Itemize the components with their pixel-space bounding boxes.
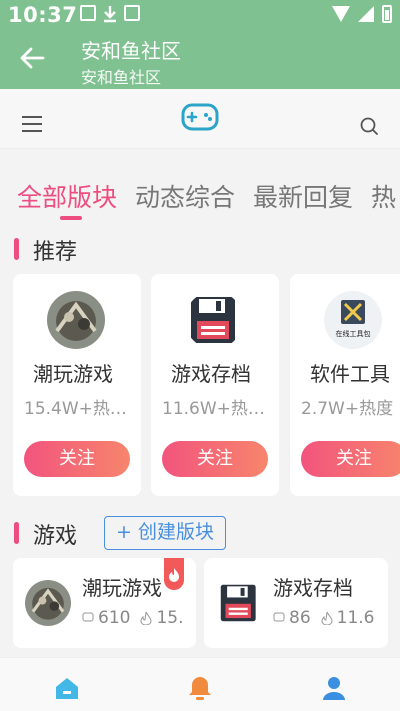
- bottom-navigation: [0, 657, 400, 711]
- app-notification-icon: [124, 5, 140, 21]
- board-name: 潮玩游戏: [82, 576, 162, 600]
- heat-count: 11.6: [336, 608, 375, 628]
- board-card[interactable]: 游戏存档 11.6W+热… 关注: [151, 274, 279, 496]
- create-board-button[interactable]: + 创建版块: [104, 516, 226, 550]
- board-heat: 15.4W+热…: [24, 399, 127, 419]
- post-count: 610: [98, 608, 131, 628]
- image-icon: [80, 5, 96, 21]
- follow-button[interactable]: 关注: [301, 441, 400, 477]
- heat-count: 15.: [156, 608, 184, 628]
- board-card[interactable]: 潮玩游戏 15.4W+热… 关注: [13, 274, 141, 496]
- app-bar: 安和鱼社区 安和鱼社区: [0, 32, 400, 89]
- board-card[interactable]: 在线工具包 软件工具 2.7W+热度 关注: [290, 274, 400, 496]
- follow-button[interactable]: 关注: [24, 441, 130, 477]
- flame-icon: [169, 568, 179, 582]
- recommend-carousel[interactable]: 潮玩游戏 15.4W+热… 关注 游戏存档 11.6W+热… 关注 在线工具包 …: [0, 274, 400, 496]
- search-icon[interactable]: [360, 117, 378, 135]
- tab-hot[interactable]: 热: [371, 178, 396, 214]
- community-toolbar: [0, 89, 400, 149]
- category-tabs: 全部版块 动态综合 最新回复 热: [0, 170, 400, 220]
- menu-icon[interactable]: [22, 116, 42, 132]
- page-subtitle: 安和鱼社区: [81, 68, 162, 87]
- bell-icon[interactable]: [186, 674, 214, 702]
- board-heat: 2.7W+热度: [301, 399, 394, 419]
- profile-icon[interactable]: [320, 674, 348, 702]
- board-name: 软件工具: [310, 362, 390, 386]
- tools-icon: 在线工具包: [324, 291, 382, 349]
- svg-text:在线工具包: 在线工具包: [336, 329, 371, 338]
- flame-icon: [140, 611, 152, 625]
- signal-icon: [358, 6, 374, 22]
- hot-badge: [164, 558, 184, 590]
- flame-icon: [321, 611, 333, 625]
- board-heat: 11.6W+热…: [162, 399, 265, 419]
- post-count: 86: [289, 608, 311, 628]
- game-avatar: [25, 580, 71, 626]
- comment-icon: [82, 612, 94, 622]
- wifi-icon: [332, 6, 350, 22]
- board-name: 潮玩游戏: [33, 362, 113, 386]
- status-bar: 10:37: [0, 0, 400, 32]
- section-marker: [14, 238, 19, 260]
- recommend-title: 推荐: [33, 240, 78, 265]
- tab-all-boards[interactable]: 全部版块: [17, 178, 117, 214]
- gamepad-icon[interactable]: [180, 101, 220, 133]
- page-title: 安和鱼社区: [81, 39, 181, 63]
- section-marker: [14, 522, 19, 544]
- follow-button[interactable]: 关注: [162, 441, 268, 477]
- game-avatar: [47, 291, 105, 349]
- notification-icons: [80, 5, 140, 23]
- status-time: 10:37: [8, 3, 78, 27]
- tab-indicator: [60, 216, 82, 220]
- board-stats: 610 15.: [82, 608, 184, 628]
- floppy-disk-icon: [185, 291, 243, 349]
- download-icon: [104, 6, 116, 23]
- board-stats: 86 11.6: [273, 608, 375, 628]
- comment-icon: [273, 612, 285, 622]
- board-name: 游戏存档: [171, 362, 251, 386]
- board-name: 游戏存档: [273, 576, 353, 600]
- games-title: 游戏: [33, 524, 78, 549]
- game-board-card[interactable]: 游戏存档 86 11.6: [204, 558, 388, 648]
- floppy-disk-icon: [216, 580, 262, 626]
- battery-icon: [382, 5, 392, 23]
- back-arrow-icon[interactable]: [18, 44, 46, 72]
- home-icon[interactable]: [53, 674, 81, 702]
- tab-latest-replies[interactable]: 最新回复: [253, 178, 353, 214]
- tab-feed[interactable]: 动态综合: [135, 178, 235, 214]
